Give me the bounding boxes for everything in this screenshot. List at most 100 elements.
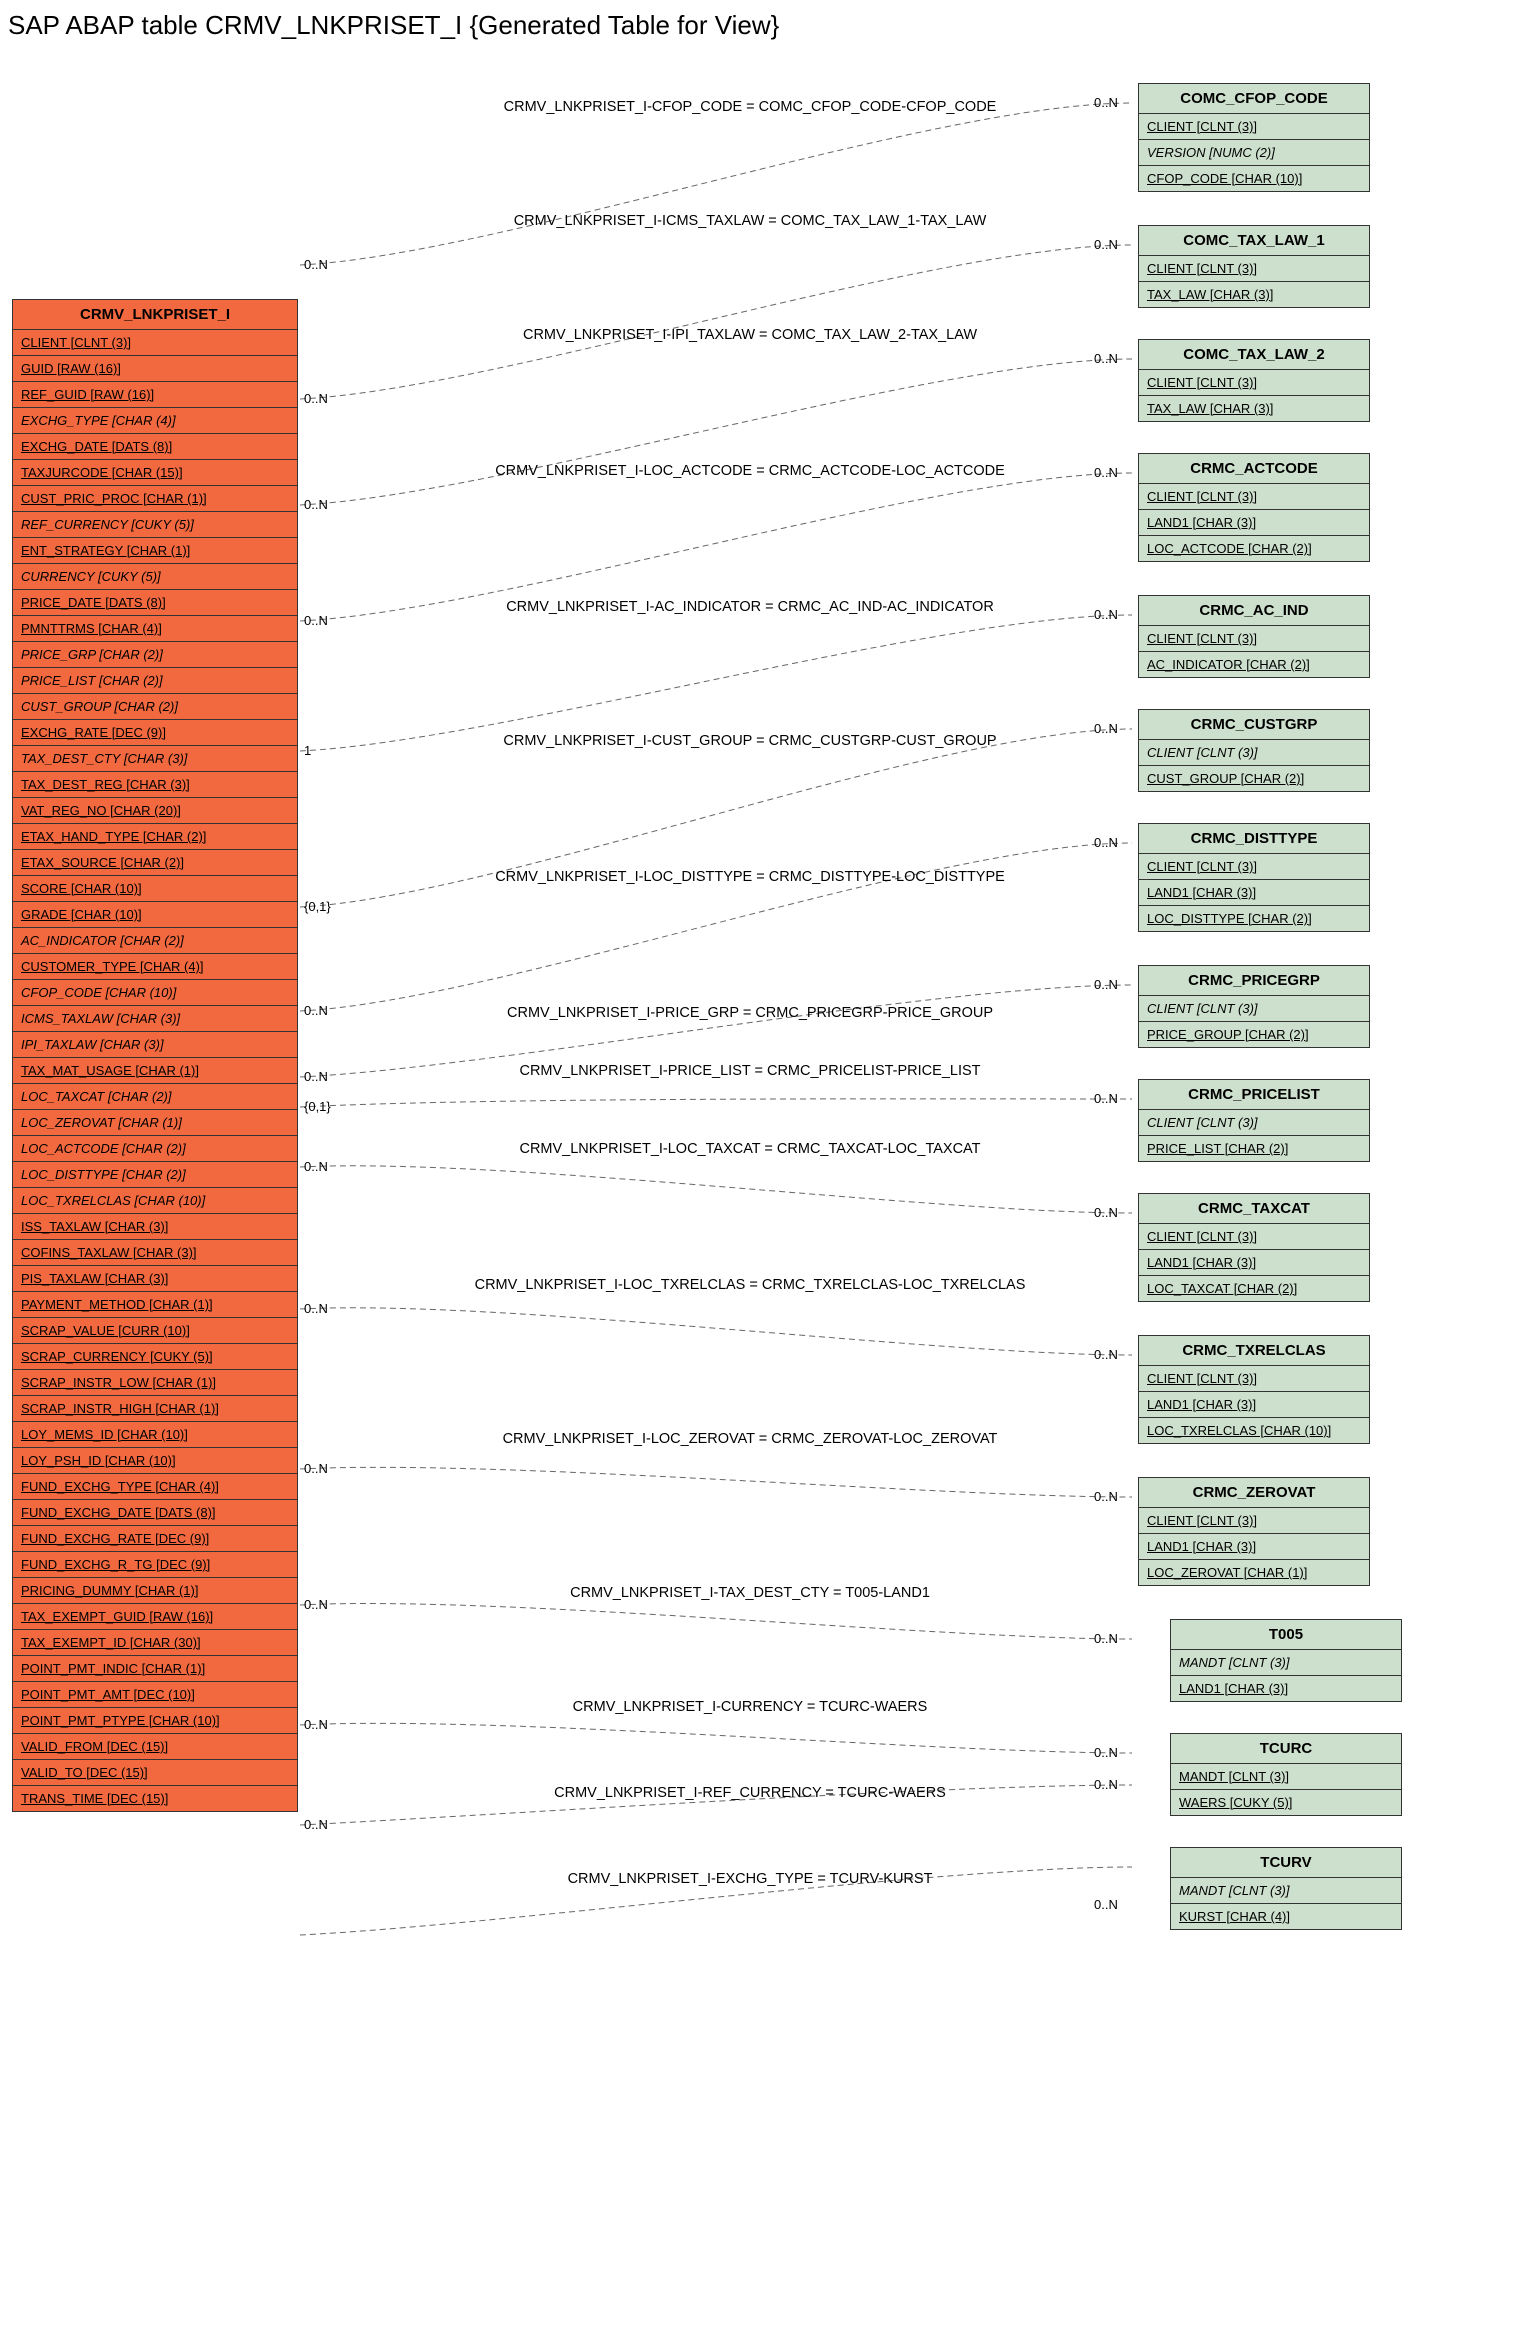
cardinality-left: 0..N: [304, 1817, 328, 1832]
table-field: TAX_DEST_REG [CHAR (3)]: [13, 772, 297, 798]
table-field: LOY_MEMS_ID [CHAR (10)]: [13, 1422, 297, 1448]
table-field: CFOP_CODE [CHAR (10)]: [13, 980, 297, 1006]
ref-table-TCURV: TCURVMANDT [CLNT (3)]KURST [CHAR (4)]: [1170, 1847, 1402, 1930]
ref-table-CRMC_DISTTYPE: CRMC_DISTTYPECLIENT [CLNT (3)]LAND1 [CHA…: [1138, 823, 1370, 932]
table-field: AC_INDICATOR [CHAR (2)]: [13, 928, 297, 954]
table-field: MANDT [CLNT (3)]: [1171, 1764, 1401, 1790]
table-header: T005: [1171, 1620, 1401, 1650]
ref-table-TCURC: TCURCMANDT [CLNT (3)]WAERS [CUKY (5)]: [1170, 1733, 1402, 1816]
table-field: CURRENCY [CUKY (5)]: [13, 564, 297, 590]
table-header: CRMV_LNKPRISET_I: [13, 300, 297, 330]
table-field: CLIENT [CLNT (3)]: [1139, 1224, 1369, 1250]
table-field: ISS_TAXLAW [CHAR (3)]: [13, 1214, 297, 1240]
table-field: MANDT [CLNT (3)]: [1171, 1878, 1401, 1904]
table-field: LAND1 [CHAR (3)]: [1139, 1392, 1369, 1418]
ref-table-CRMC_TXRELCLAS: CRMC_TXRELCLASCLIENT [CLNT (3)]LAND1 [CH…: [1138, 1335, 1370, 1444]
table-field: CLIENT [CLNT (3)]: [1139, 114, 1369, 140]
page-title: SAP ABAP table CRMV_LNKPRISET_I {Generat…: [0, 0, 1515, 45]
table-field: ETAX_SOURCE [CHAR (2)]: [13, 850, 297, 876]
table-header: CRMC_TXRELCLAS: [1139, 1336, 1369, 1366]
table-header: CRMC_ACTCODE: [1139, 454, 1369, 484]
diagram-container: CRMV_LNKPRISET_ICLIENT [CLNT (3)]GUID [R…: [0, 45, 1515, 2335]
table-field: CLIENT [CLNT (3)]: [1139, 1366, 1369, 1392]
table-field: AC_INDICATOR [CHAR (2)]: [1139, 652, 1369, 677]
table-header: CRMC_PRICEGRP: [1139, 966, 1369, 996]
ref-table-CRMC_ZEROVAT: CRMC_ZEROVATCLIENT [CLNT (3)]LAND1 [CHAR…: [1138, 1477, 1370, 1586]
table-field: MANDT [CLNT (3)]: [1171, 1650, 1401, 1676]
table-header: CRMC_CUSTGRP: [1139, 710, 1369, 740]
ref-table-CRMC_CUSTGRP: CRMC_CUSTGRPCLIENT [CLNT (3)]CUST_GROUP …: [1138, 709, 1370, 792]
table-field: CLIENT [CLNT (3)]: [1139, 1110, 1369, 1136]
table-field: FUND_EXCHG_TYPE [CHAR (4)]: [13, 1474, 297, 1500]
table-field: IPI_TAXLAW [CHAR (3)]: [13, 1032, 297, 1058]
table-header: CRMC_DISTTYPE: [1139, 824, 1369, 854]
cardinality-left: {0,1}: [304, 1099, 331, 1114]
table-field: POINT_PMT_AMT [DEC (10)]: [13, 1682, 297, 1708]
table-field: FUND_EXCHG_R_TG [DEC (9)]: [13, 1552, 297, 1578]
table-field: TRANS_TIME [DEC (15)]: [13, 1786, 297, 1811]
table-field: PRICE_GROUP [CHAR (2)]: [1139, 1022, 1369, 1047]
table-field: LAND1 [CHAR (3)]: [1139, 880, 1369, 906]
table-header: CRMC_ZEROVAT: [1139, 1478, 1369, 1508]
cardinality-left: 0..N: [304, 1159, 328, 1174]
table-field: POINT_PMT_PTYPE [CHAR (10)]: [13, 1708, 297, 1734]
ref-table-CRMC_ACTCODE: CRMC_ACTCODECLIENT [CLNT (3)]LAND1 [CHAR…: [1138, 453, 1370, 562]
table-field: SCRAP_INSTR_HIGH [CHAR (1)]: [13, 1396, 297, 1422]
table-field: ENT_STRATEGY [CHAR (1)]: [13, 538, 297, 564]
relation-label: CRMV_LNKPRISET_I-TAX_DEST_CTY = T005-LAN…: [380, 1585, 1120, 1601]
table-field: EXCHG_DATE [DATS (8)]: [13, 434, 297, 460]
cardinality-right: 0..N: [1094, 1091, 1118, 1106]
table-field: EXCHG_RATE [DEC (9)]: [13, 720, 297, 746]
table-field: TAX_EXEMPT_ID [CHAR (30)]: [13, 1630, 297, 1656]
relation-label: CRMV_LNKPRISET_I-PRICE_GRP = CRMC_PRICEG…: [380, 1005, 1120, 1021]
ref-table-CRMC_AC_IND: CRMC_AC_INDCLIENT [CLNT (3)]AC_INDICATOR…: [1138, 595, 1370, 678]
table-field: REF_CURRENCY [CUKY (5)]: [13, 512, 297, 538]
ref-table-COMC_CFOP_CODE: COMC_CFOP_CODECLIENT [CLNT (3)]VERSION […: [1138, 83, 1370, 192]
table-field: PRICE_LIST [CHAR (2)]: [13, 668, 297, 694]
table-header: TCURV: [1171, 1848, 1401, 1878]
ref-table-CRMC_PRICELIST: CRMC_PRICELISTCLIENT [CLNT (3)]PRICE_LIS…: [1138, 1079, 1370, 1162]
table-field: VERSION [NUMC (2)]: [1139, 140, 1369, 166]
cardinality-right: 0..N: [1094, 977, 1118, 992]
table-field: GRADE [CHAR (10)]: [13, 902, 297, 928]
table-field: SCORE [CHAR (10)]: [13, 876, 297, 902]
table-field: LOC_ZEROVAT [CHAR (1)]: [13, 1110, 297, 1136]
cardinality-right: 0..N: [1094, 1489, 1118, 1504]
table-field: PAYMENT_METHOD [CHAR (1)]: [13, 1292, 297, 1318]
table-field: EXCHG_TYPE [CHAR (4)]: [13, 408, 297, 434]
table-field: ICMS_TAXLAW [CHAR (3)]: [13, 1006, 297, 1032]
table-field: LOC_DISTTYPE [CHAR (2)]: [1139, 906, 1369, 931]
table-field: CLIENT [CLNT (3)]: [13, 330, 297, 356]
cardinality-left: {0,1}: [304, 899, 331, 914]
cardinality-right: 0..N: [1094, 1777, 1118, 1792]
relation-label: CRMV_LNKPRISET_I-IPI_TAXLAW = COMC_TAX_L…: [380, 327, 1120, 343]
table-field: LOC_TAXCAT [CHAR (2)]: [13, 1084, 297, 1110]
table-field: PIS_TAXLAW [CHAR (3)]: [13, 1266, 297, 1292]
table-field: CUSTOMER_TYPE [CHAR (4)]: [13, 954, 297, 980]
relation-label: CRMV_LNKPRISET_I-LOC_ACTCODE = CRMC_ACTC…: [380, 463, 1120, 479]
cardinality-left: 0..N: [304, 1301, 328, 1316]
ref-table-CRMC_PRICEGRP: CRMC_PRICEGRPCLIENT [CLNT (3)]PRICE_GROU…: [1138, 965, 1370, 1048]
cardinality-left: 0..N: [304, 391, 328, 406]
table-field: WAERS [CUKY (5)]: [1171, 1790, 1401, 1815]
table-field: PRICE_DATE [DATS (8)]: [13, 590, 297, 616]
table-field: GUID [RAW (16)]: [13, 356, 297, 382]
relation-label: CRMV_LNKPRISET_I-CFOP_CODE = COMC_CFOP_C…: [380, 99, 1120, 115]
table-field: LAND1 [CHAR (3)]: [1139, 510, 1369, 536]
table-field: CLIENT [CLNT (3)]: [1139, 996, 1369, 1022]
table-field: LOY_PSH_ID [CHAR (10)]: [13, 1448, 297, 1474]
table-field: SCRAP_VALUE [CURR (10)]: [13, 1318, 297, 1344]
relation-label: CRMV_LNKPRISET_I-LOC_TAXCAT = CRMC_TAXCA…: [380, 1141, 1120, 1157]
cardinality-right: 0..N: [1094, 1347, 1118, 1362]
cardinality-left: 0..N: [304, 613, 328, 628]
relation-label: CRMV_LNKPRISET_I-EXCHG_TYPE = TCURV-KURS…: [380, 1871, 1120, 1887]
relation-label: CRMV_LNKPRISET_I-REF_CURRENCY = TCURC-WA…: [380, 1785, 1120, 1801]
table-field: LOC_TXRELCLAS [CHAR (10)]: [13, 1188, 297, 1214]
relation-label: CRMV_LNKPRISET_I-LOC_ZEROVAT = CRMC_ZERO…: [380, 1431, 1120, 1447]
table-field: LOC_DISTTYPE [CHAR (2)]: [13, 1162, 297, 1188]
cardinality-right: 0..N: [1094, 1897, 1118, 1912]
table-field: LOC_ZEROVAT [CHAR (1)]: [1139, 1560, 1369, 1585]
table-field: CFOP_CODE [CHAR (10)]: [1139, 166, 1369, 191]
main-table: CRMV_LNKPRISET_ICLIENT [CLNT (3)]GUID [R…: [12, 299, 298, 1812]
cardinality-right: 0..N: [1094, 835, 1118, 850]
